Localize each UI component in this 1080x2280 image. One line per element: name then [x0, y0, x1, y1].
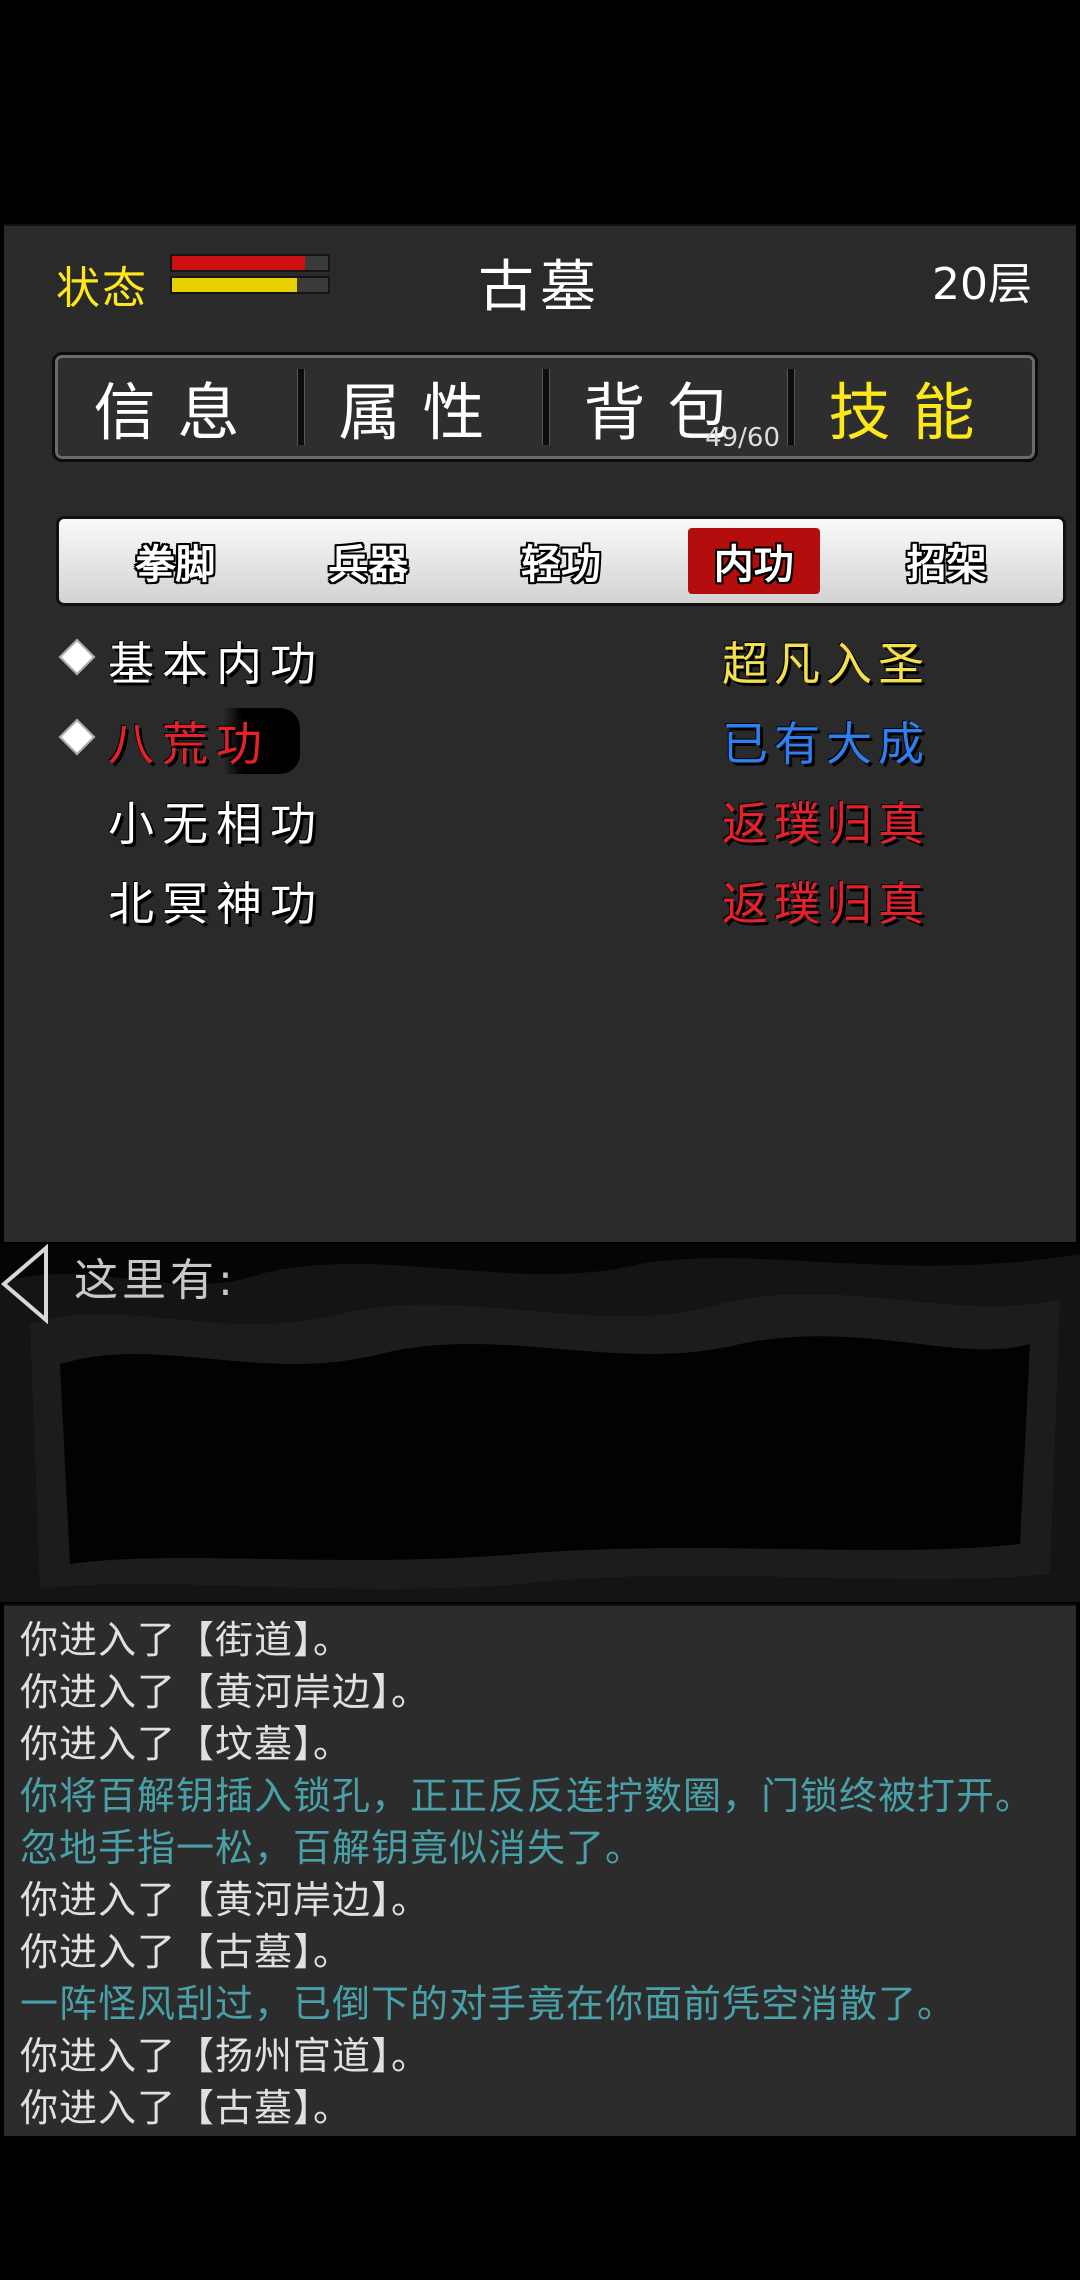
- log-line: 你进入了【古墓】。: [20, 1930, 353, 1974]
- log-line: 你进入了【黄河岸边】。: [20, 1878, 431, 1922]
- location-title: 古墓: [478, 255, 602, 320]
- log-line: 你进入了【扬州官道】。: [20, 2034, 431, 2078]
- tab-attributes[interactable]: 属性: [297, 355, 545, 459]
- equipped-diamond-icon: [58, 638, 96, 676]
- tab-inventory[interactable]: 背包 49/60: [542, 355, 790, 459]
- tab-label: 技能: [828, 376, 997, 449]
- skill-row[interactable]: 北冥神功 返璞归真: [4, 866, 1076, 946]
- subtab-lightness[interactable]: 轻功: [495, 528, 627, 594]
- tab-info[interactable]: 信息: [55, 355, 300, 459]
- skill-level: 超凡入圣: [722, 637, 930, 691]
- skill-level: 已有大成: [722, 717, 930, 771]
- main-tab-bar: 信息 属性 背包 49/60 技能: [52, 352, 1038, 462]
- skill-level: 返璞归真: [722, 877, 930, 931]
- subtab-parry[interactable]: 招架: [881, 528, 1013, 594]
- scene-view: 这里有:: [0, 1244, 1080, 1602]
- log-line: 你进入了【黄河岸边】。: [20, 1670, 431, 1714]
- skill-level: 返璞归真: [722, 797, 930, 851]
- back-arrow-icon[interactable]: [0, 1244, 50, 1324]
- subtab-fist[interactable]: 拳脚: [109, 528, 241, 594]
- here-label: 这里有:: [74, 1255, 237, 1306]
- bottom-margin: [0, 2140, 1080, 2280]
- subtab-weapon[interactable]: 兵器: [302, 528, 434, 594]
- log-line: 一阵怪风刮过，已倒下的对手竟在你面前凭空消散了。: [20, 1982, 957, 2026]
- log-line: 你进入了【坟墓】。: [20, 1722, 353, 1766]
- skill-name: 小无相功: [108, 797, 324, 851]
- message-log: 你进入了【街道】。 你进入了【黄河岸边】。 你进入了【坟墓】。 你将百解钥插入锁…: [4, 1604, 1076, 2136]
- skill-row[interactable]: 基本内功 超凡入圣: [4, 626, 1076, 706]
- equipped-diamond-icon: [58, 718, 96, 756]
- skill-row[interactable]: 小无相功 返璞归真: [4, 786, 1076, 866]
- top-margin: [0, 0, 1080, 224]
- skill-category-bar: 拳脚 兵器 轻功 内功 招架: [56, 516, 1066, 606]
- log-line: 你将百解钥插入锁孔，正正反反连拧数圈，门锁终被打开。忽地手指一松，百解钥竟似消失…: [20, 1774, 1035, 1870]
- tab-skills[interactable]: 技能: [787, 355, 1035, 459]
- floor-indicator: 20层: [932, 259, 1032, 310]
- subtab-internal[interactable]: 内功: [687, 528, 820, 594]
- tab-label: 信息: [93, 376, 262, 449]
- skill-row[interactable]: 八荒功 已有大成: [4, 706, 1076, 786]
- character-panel: 状态 古墓 20层 信息 属性 背包 49/60 技能 拳脚 兵器 轻功 内功 招…: [4, 224, 1076, 1242]
- log-line: 你进入了【古墓】。: [20, 2086, 353, 2130]
- skill-name: 八荒功: [108, 708, 300, 774]
- log-line: 你进入了【街道】。: [20, 1618, 353, 1662]
- skill-name: 基本内功: [108, 637, 324, 691]
- skill-list: 基本内功 超凡入圣 八荒功 已有大成 小无相功 返璞归真 北冥神功 返璞归真: [4, 626, 1076, 946]
- tab-label: 属性: [338, 376, 507, 449]
- skill-name: 北冥神功: [108, 877, 324, 931]
- inventory-count: 49/60: [705, 423, 780, 453]
